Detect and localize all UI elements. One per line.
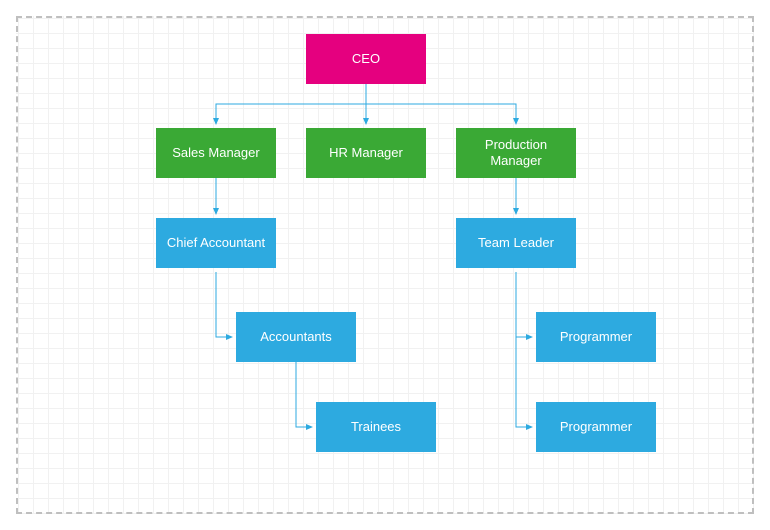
node-programmer-1[interactable]: Programmer bbox=[536, 312, 656, 362]
node-production-manager[interactable]: Production Manager bbox=[456, 128, 576, 178]
node-label: Sales Manager bbox=[172, 145, 259, 161]
node-programmer-2[interactable]: Programmer bbox=[536, 402, 656, 452]
node-label: Chief Accountant bbox=[167, 235, 265, 251]
node-label: HR Manager bbox=[329, 145, 403, 161]
node-label: Accountants bbox=[260, 329, 332, 345]
node-label: Production Manager bbox=[460, 137, 572, 170]
node-team-leader[interactable]: Team Leader bbox=[456, 218, 576, 268]
node-label: Trainees bbox=[351, 419, 401, 435]
node-accountants[interactable]: Accountants bbox=[236, 312, 356, 362]
diagram-canvas[interactable]: CEO Sales Manager HR Manager Production … bbox=[16, 16, 754, 514]
node-sales-manager[interactable]: Sales Manager bbox=[156, 128, 276, 178]
node-ceo[interactable]: CEO bbox=[306, 34, 426, 84]
node-label: CEO bbox=[352, 51, 380, 67]
node-label: Team Leader bbox=[478, 235, 554, 251]
node-chief-accountant[interactable]: Chief Accountant bbox=[156, 218, 276, 268]
node-trainees[interactable]: Trainees bbox=[316, 402, 436, 452]
node-hr-manager[interactable]: HR Manager bbox=[306, 128, 426, 178]
node-label: Programmer bbox=[560, 419, 632, 435]
node-label: Programmer bbox=[560, 329, 632, 345]
